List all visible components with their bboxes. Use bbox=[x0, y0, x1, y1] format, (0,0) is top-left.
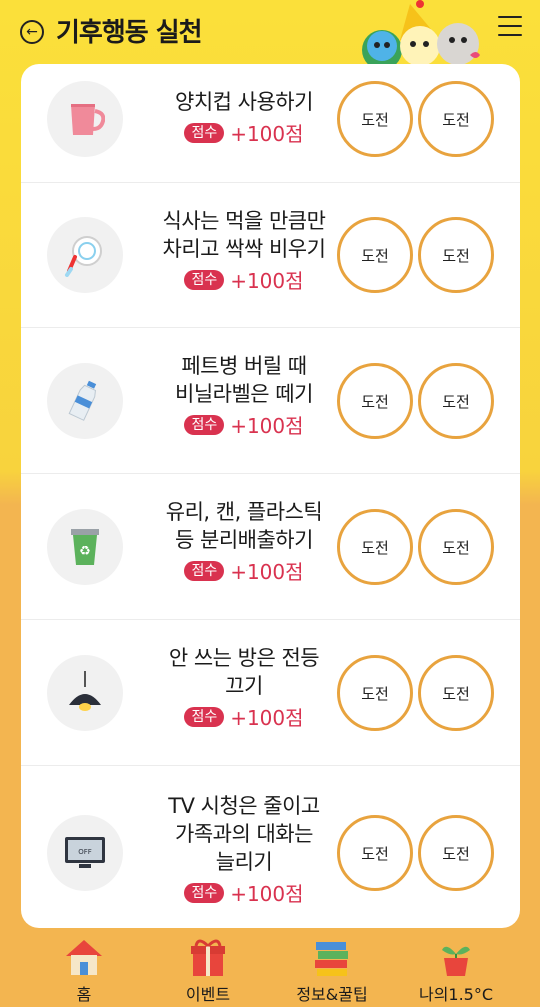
nav-event[interactable]: 이벤트 bbox=[158, 936, 258, 1005]
menu-button[interactable] bbox=[498, 16, 522, 36]
challenge-button-1[interactable]: 도전 bbox=[337, 655, 413, 731]
back-arrow-icon: ← bbox=[26, 24, 38, 40]
score-line: 점수 +100점 bbox=[129, 878, 359, 907]
score-badge: 점수 bbox=[184, 122, 225, 143]
score-value: +100점 bbox=[230, 706, 304, 730]
tv-off-icon: OFF bbox=[47, 815, 123, 891]
books-icon bbox=[315, 942, 348, 976]
challenge-button-1[interactable]: 도전 bbox=[337, 363, 413, 439]
score-line: 점수 +100점 bbox=[129, 556, 359, 585]
score-value: +100점 bbox=[230, 560, 304, 584]
score-line: 점수 +100점 bbox=[129, 118, 359, 147]
score-badge: 점수 bbox=[184, 706, 225, 727]
task-title: 유리, 캔, 플라스틱 등 분리배출하기 bbox=[165, 500, 323, 552]
task-text: 유리, 캔, 플라스틱 등 분리배출하기 점수 +100점 bbox=[129, 498, 359, 585]
task-title: 식사는 먹을 만큼만 차리고 싹싹 비우기 bbox=[162, 209, 326, 261]
score-badge: 점수 bbox=[184, 560, 225, 581]
task-title: 페트병 버릴 때 비닐라벨은 떼기 bbox=[175, 354, 313, 406]
task-card: 양치컵 사용하기 점수 +100점 도전 도전 식사는 먹을 만큼만 차리고 싹… bbox=[21, 64, 520, 928]
cup-icon bbox=[47, 81, 123, 157]
task-title: 안 쓰는 방은 전등 끄기 bbox=[168, 646, 320, 698]
nav-label: 홈 bbox=[76, 985, 92, 1004]
task-row: 안 쓰는 방은 전등 끄기 점수 +100점 도전 도전 bbox=[21, 620, 520, 766]
header: ← 기후행동 실천 bbox=[0, 0, 540, 70]
recycle-bin-icon: ♻ bbox=[47, 509, 123, 585]
score-line: 점수 +100점 bbox=[129, 410, 359, 439]
plastic-bottle-icon bbox=[47, 363, 123, 439]
tv-screen-text: OFF bbox=[78, 848, 92, 856]
nav-label: 이벤트 bbox=[185, 985, 231, 1004]
hamburger-icon-line bbox=[498, 34, 522, 36]
task-title: TV 시청은 줄이고 가족과의 대화는 늘리기 bbox=[168, 794, 320, 874]
score-line: 점수 +100점 bbox=[129, 702, 359, 731]
task-text: TV 시청은 줄이고 가족과의 대화는 늘리기 점수 +100점 bbox=[129, 792, 359, 907]
task-row: 양치컵 사용하기 점수 +100점 도전 도전 bbox=[21, 64, 520, 183]
score-badge: 점수 bbox=[184, 882, 225, 903]
nav-label: 정보&꿀팁 bbox=[296, 985, 368, 1004]
challenge-button-1[interactable]: 도전 bbox=[337, 509, 413, 585]
challenge-button-1[interactable]: 도전 bbox=[337, 81, 413, 157]
nav-info-tips[interactable]: 정보&꿀팁 bbox=[282, 936, 382, 1005]
challenge-button-2[interactable]: 도전 bbox=[418, 217, 494, 293]
clean-plate-icon bbox=[47, 217, 123, 293]
home-icon bbox=[66, 940, 102, 975]
score-value: +100점 bbox=[230, 269, 304, 293]
task-text: 안 쓰는 방은 전등 끄기 점수 +100점 bbox=[129, 644, 359, 731]
score-value: +100점 bbox=[230, 882, 304, 906]
challenge-button-2[interactable]: 도전 bbox=[418, 509, 494, 585]
challenge-button-2[interactable]: 도전 bbox=[418, 81, 494, 157]
nav-my-climate[interactable]: 나의1.5°C bbox=[406, 936, 506, 1005]
task-text: 식사는 먹을 만큼만 차리고 싹싹 비우기 점수 +100점 bbox=[129, 207, 359, 294]
sprout-icon bbox=[442, 946, 470, 976]
score-line: 점수 +100점 bbox=[129, 265, 359, 294]
nav-home[interactable]: 홈 bbox=[34, 936, 134, 1005]
mascot-characters bbox=[360, 0, 485, 70]
task-title: 양치컵 사용하기 bbox=[175, 90, 313, 114]
score-value: +100점 bbox=[230, 414, 304, 438]
bottom-nav: 홈 이벤트 정보&꿀팁 나의1.5°C bbox=[0, 930, 540, 1007]
task-text: 양치컵 사용하기 점수 +100점 bbox=[129, 88, 359, 147]
challenge-button-2[interactable]: 도전 bbox=[418, 655, 494, 731]
challenge-button-1[interactable]: 도전 bbox=[337, 815, 413, 891]
score-badge: 점수 bbox=[184, 269, 225, 290]
gift-icon bbox=[191, 939, 225, 976]
score-value: +100점 bbox=[230, 122, 304, 146]
hamburger-icon-line bbox=[498, 16, 522, 18]
task-text: 페트병 버릴 때 비닐라벨은 떼기 점수 +100점 bbox=[129, 352, 359, 439]
task-row: ♻ 유리, 캔, 플라스틱 등 분리배출하기 점수 +100점 도전 도전 bbox=[21, 474, 520, 620]
task-row: 페트병 버릴 때 비닐라벨은 떼기 점수 +100점 도전 도전 bbox=[21, 328, 520, 474]
back-button[interactable]: ← bbox=[20, 20, 44, 44]
score-badge: 점수 bbox=[184, 414, 225, 435]
hamburger-icon-line bbox=[498, 25, 522, 27]
challenge-button-1[interactable]: 도전 bbox=[337, 217, 413, 293]
svg-text:♻: ♻ bbox=[79, 544, 91, 559]
nav-label: 나의1.5°C bbox=[418, 985, 494, 1004]
ceiling-lamp-icon bbox=[47, 655, 123, 731]
challenge-button-2[interactable]: 도전 bbox=[418, 815, 494, 891]
task-row: 식사는 먹을 만큼만 차리고 싹싹 비우기 점수 +100점 도전 도전 bbox=[21, 183, 520, 328]
challenge-button-2[interactable]: 도전 bbox=[418, 363, 494, 439]
page-title: 기후행동 실천 bbox=[56, 18, 203, 48]
task-row: OFF TV 시청은 줄이고 가족과의 대화는 늘리기 점수 +100점 도전 … bbox=[21, 766, 520, 928]
